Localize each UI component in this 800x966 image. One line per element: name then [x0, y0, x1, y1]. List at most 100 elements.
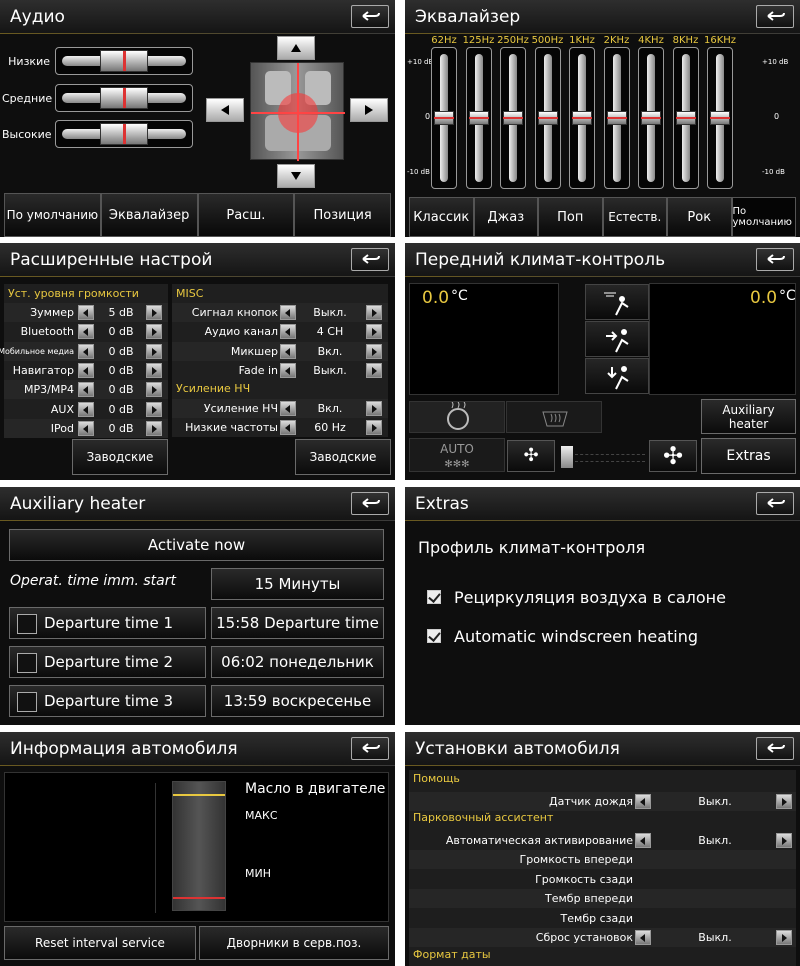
windscreen-heating-option[interactable]: Automatic windscreen heating — [427, 627, 787, 649]
arrow-right-button[interactable] — [146, 420, 162, 436]
arrow-right-button[interactable] — [146, 382, 162, 398]
left-arrow-button[interactable] — [206, 98, 244, 122]
default-button[interactable]: По умолчанию — [4, 193, 101, 237]
position-button[interactable]: Позиция — [294, 193, 391, 237]
back-button[interactable] — [756, 248, 794, 271]
arrow-left-button[interactable] — [280, 401, 296, 416]
departure-value[interactable]: 15:58 Departure time — [211, 607, 384, 639]
recirculation-option[interactable]: Рециркуляция воздуха в салоне — [427, 588, 787, 610]
eq-band-slider[interactable] — [603, 47, 630, 189]
arrow-left-button[interactable] — [78, 362, 94, 378]
car-setting-row[interactable]: Датчик дождя Выкл. — [409, 791, 796, 811]
fan-low-button[interactable]: ✣ — [507, 440, 555, 472]
back-button[interactable] — [351, 248, 389, 271]
rear-defrost-button[interactable] — [506, 401, 602, 433]
fan-speed-bar[interactable] — [561, 446, 645, 468]
arrow-right-button[interactable] — [776, 793, 792, 809]
preset-natural-button[interactable]: Естеств. — [602, 197, 667, 237]
airflow-feet-button[interactable] — [585, 358, 649, 394]
preset-pop-button[interactable]: Поп — [538, 197, 603, 237]
arrow-left-button[interactable] — [635, 832, 651, 848]
arrow-left-button[interactable] — [78, 401, 94, 417]
arrow-right-button[interactable] — [146, 305, 162, 320]
car-setting-row[interactable]: Громкость сзади — [409, 870, 796, 889]
arrow-left-button[interactable] — [78, 420, 94, 436]
arrow-right-button[interactable] — [366, 420, 382, 436]
eq-band-slider[interactable] — [569, 47, 595, 189]
fan-high-button[interactable]: ✣ — [649, 440, 697, 472]
arrow-left-button[interactable] — [78, 324, 94, 340]
factory-right-button[interactable]: Заводские — [295, 439, 391, 475]
airflow-face-button[interactable] — [585, 321, 649, 357]
auto-button[interactable]: AUTO ✻✻✻ — [409, 438, 505, 472]
arrow-left-button[interactable] — [635, 793, 651, 809]
departure-time-toggle[interactable]: Departure time 2 — [9, 646, 206, 678]
arrow-left-button[interactable] — [280, 324, 296, 340]
checkbox-empty-icon[interactable] — [17, 614, 37, 634]
car-setting-row[interactable]: Сброс установок Выкл. — [409, 928, 796, 947]
car-setting-row[interactable]: Тембр сзади — [409, 909, 796, 928]
back-button[interactable] — [756, 492, 794, 515]
arrow-right-button[interactable] — [146, 362, 162, 378]
departure-time-toggle[interactable]: Departure time 3 — [9, 685, 206, 717]
advanced-button[interactable]: Расш. — [197, 193, 295, 237]
preset-rock-button[interactable]: Рок — [667, 197, 732, 237]
airflow-defrost-button[interactable] — [585, 284, 649, 320]
bass-slider[interactable] — [55, 47, 193, 75]
arrow-right-button[interactable] — [146, 401, 162, 417]
arrow-left-button[interactable] — [78, 343, 94, 359]
arrow-left-button[interactable] — [635, 930, 651, 945]
mid-slider[interactable] — [55, 84, 193, 112]
back-button[interactable] — [351, 737, 389, 760]
seat-heat-button[interactable] — [409, 401, 505, 433]
car-setting-row[interactable]: Тембр впереди — [409, 889, 796, 908]
arrow-left-button[interactable] — [280, 362, 296, 378]
arrow-left-button[interactable] — [280, 420, 296, 436]
car-setting-row[interactable]: Громкость впереди — [409, 850, 796, 869]
arrow-right-button[interactable] — [146, 324, 162, 340]
operat-time-value[interactable]: 15 Минуты — [211, 568, 384, 600]
car-setting-row[interactable]: Автоматическая активирование Выкл. — [409, 831, 796, 850]
equalizer-button[interactable]: Эквалайзер — [100, 193, 198, 237]
arrow-right-button[interactable] — [776, 832, 792, 848]
eq-band-slider[interactable] — [707, 47, 733, 189]
preset-jazz-button[interactable]: Джаз — [473, 197, 538, 237]
reset-interval-button[interactable]: Reset interval service — [4, 926, 196, 960]
arrow-left-button[interactable] — [280, 305, 296, 320]
arrow-right-button[interactable] — [366, 305, 382, 320]
eq-band-slider[interactable] — [431, 47, 457, 189]
back-button[interactable] — [351, 5, 389, 28]
eq-band-slider[interactable] — [638, 47, 664, 189]
departure-value[interactable]: 06:02 понедельник — [211, 646, 384, 678]
arrow-left-button[interactable] — [280, 343, 296, 359]
back-button[interactable] — [351, 492, 389, 515]
back-button[interactable] — [756, 737, 794, 760]
eq-band-slider[interactable] — [672, 47, 699, 189]
arrow-right-button[interactable] — [146, 343, 162, 359]
eq-band-slider[interactable] — [465, 47, 492, 189]
right-arrow-button[interactable] — [350, 98, 388, 122]
auxiliary-heater-button[interactable]: Auxiliary heater — [701, 399, 796, 434]
arrow-left-button[interactable] — [78, 305, 94, 320]
arrow-right-button[interactable] — [366, 401, 382, 416]
checkbox-checked-icon[interactable] — [427, 629, 441, 643]
activate-now-button[interactable]: Activate now — [9, 529, 384, 561]
arrow-right-button[interactable] — [366, 324, 382, 340]
wipers-service-button[interactable]: Дворники в серв.поз. — [199, 926, 389, 960]
departure-value[interactable]: 13:59 воскресенье — [211, 685, 384, 717]
arrow-right-button[interactable] — [366, 362, 382, 378]
checkbox-checked-icon[interactable] — [427, 590, 441, 604]
eq-band-slider[interactable] — [500, 47, 526, 189]
preset-classic-button[interactable]: Классик — [409, 197, 474, 237]
arrow-left-button[interactable] — [78, 382, 94, 398]
departure-time-toggle[interactable]: Departure time 1 — [9, 607, 206, 639]
eq-band-slider[interactable] — [534, 47, 561, 189]
right-temp-area[interactable]: 0.0 °C — [649, 283, 796, 395]
arrow-right-button[interactable] — [366, 343, 382, 359]
down-arrow-button[interactable] — [277, 164, 315, 188]
treble-slider[interactable] — [55, 120, 193, 148]
left-temp-area[interactable]: 0.0 °C — [409, 283, 559, 395]
checkbox-empty-icon[interactable] — [17, 653, 37, 673]
preset-default-button[interactable]: По умолчанию — [731, 197, 796, 237]
up-arrow-button[interactable] — [277, 36, 315, 60]
